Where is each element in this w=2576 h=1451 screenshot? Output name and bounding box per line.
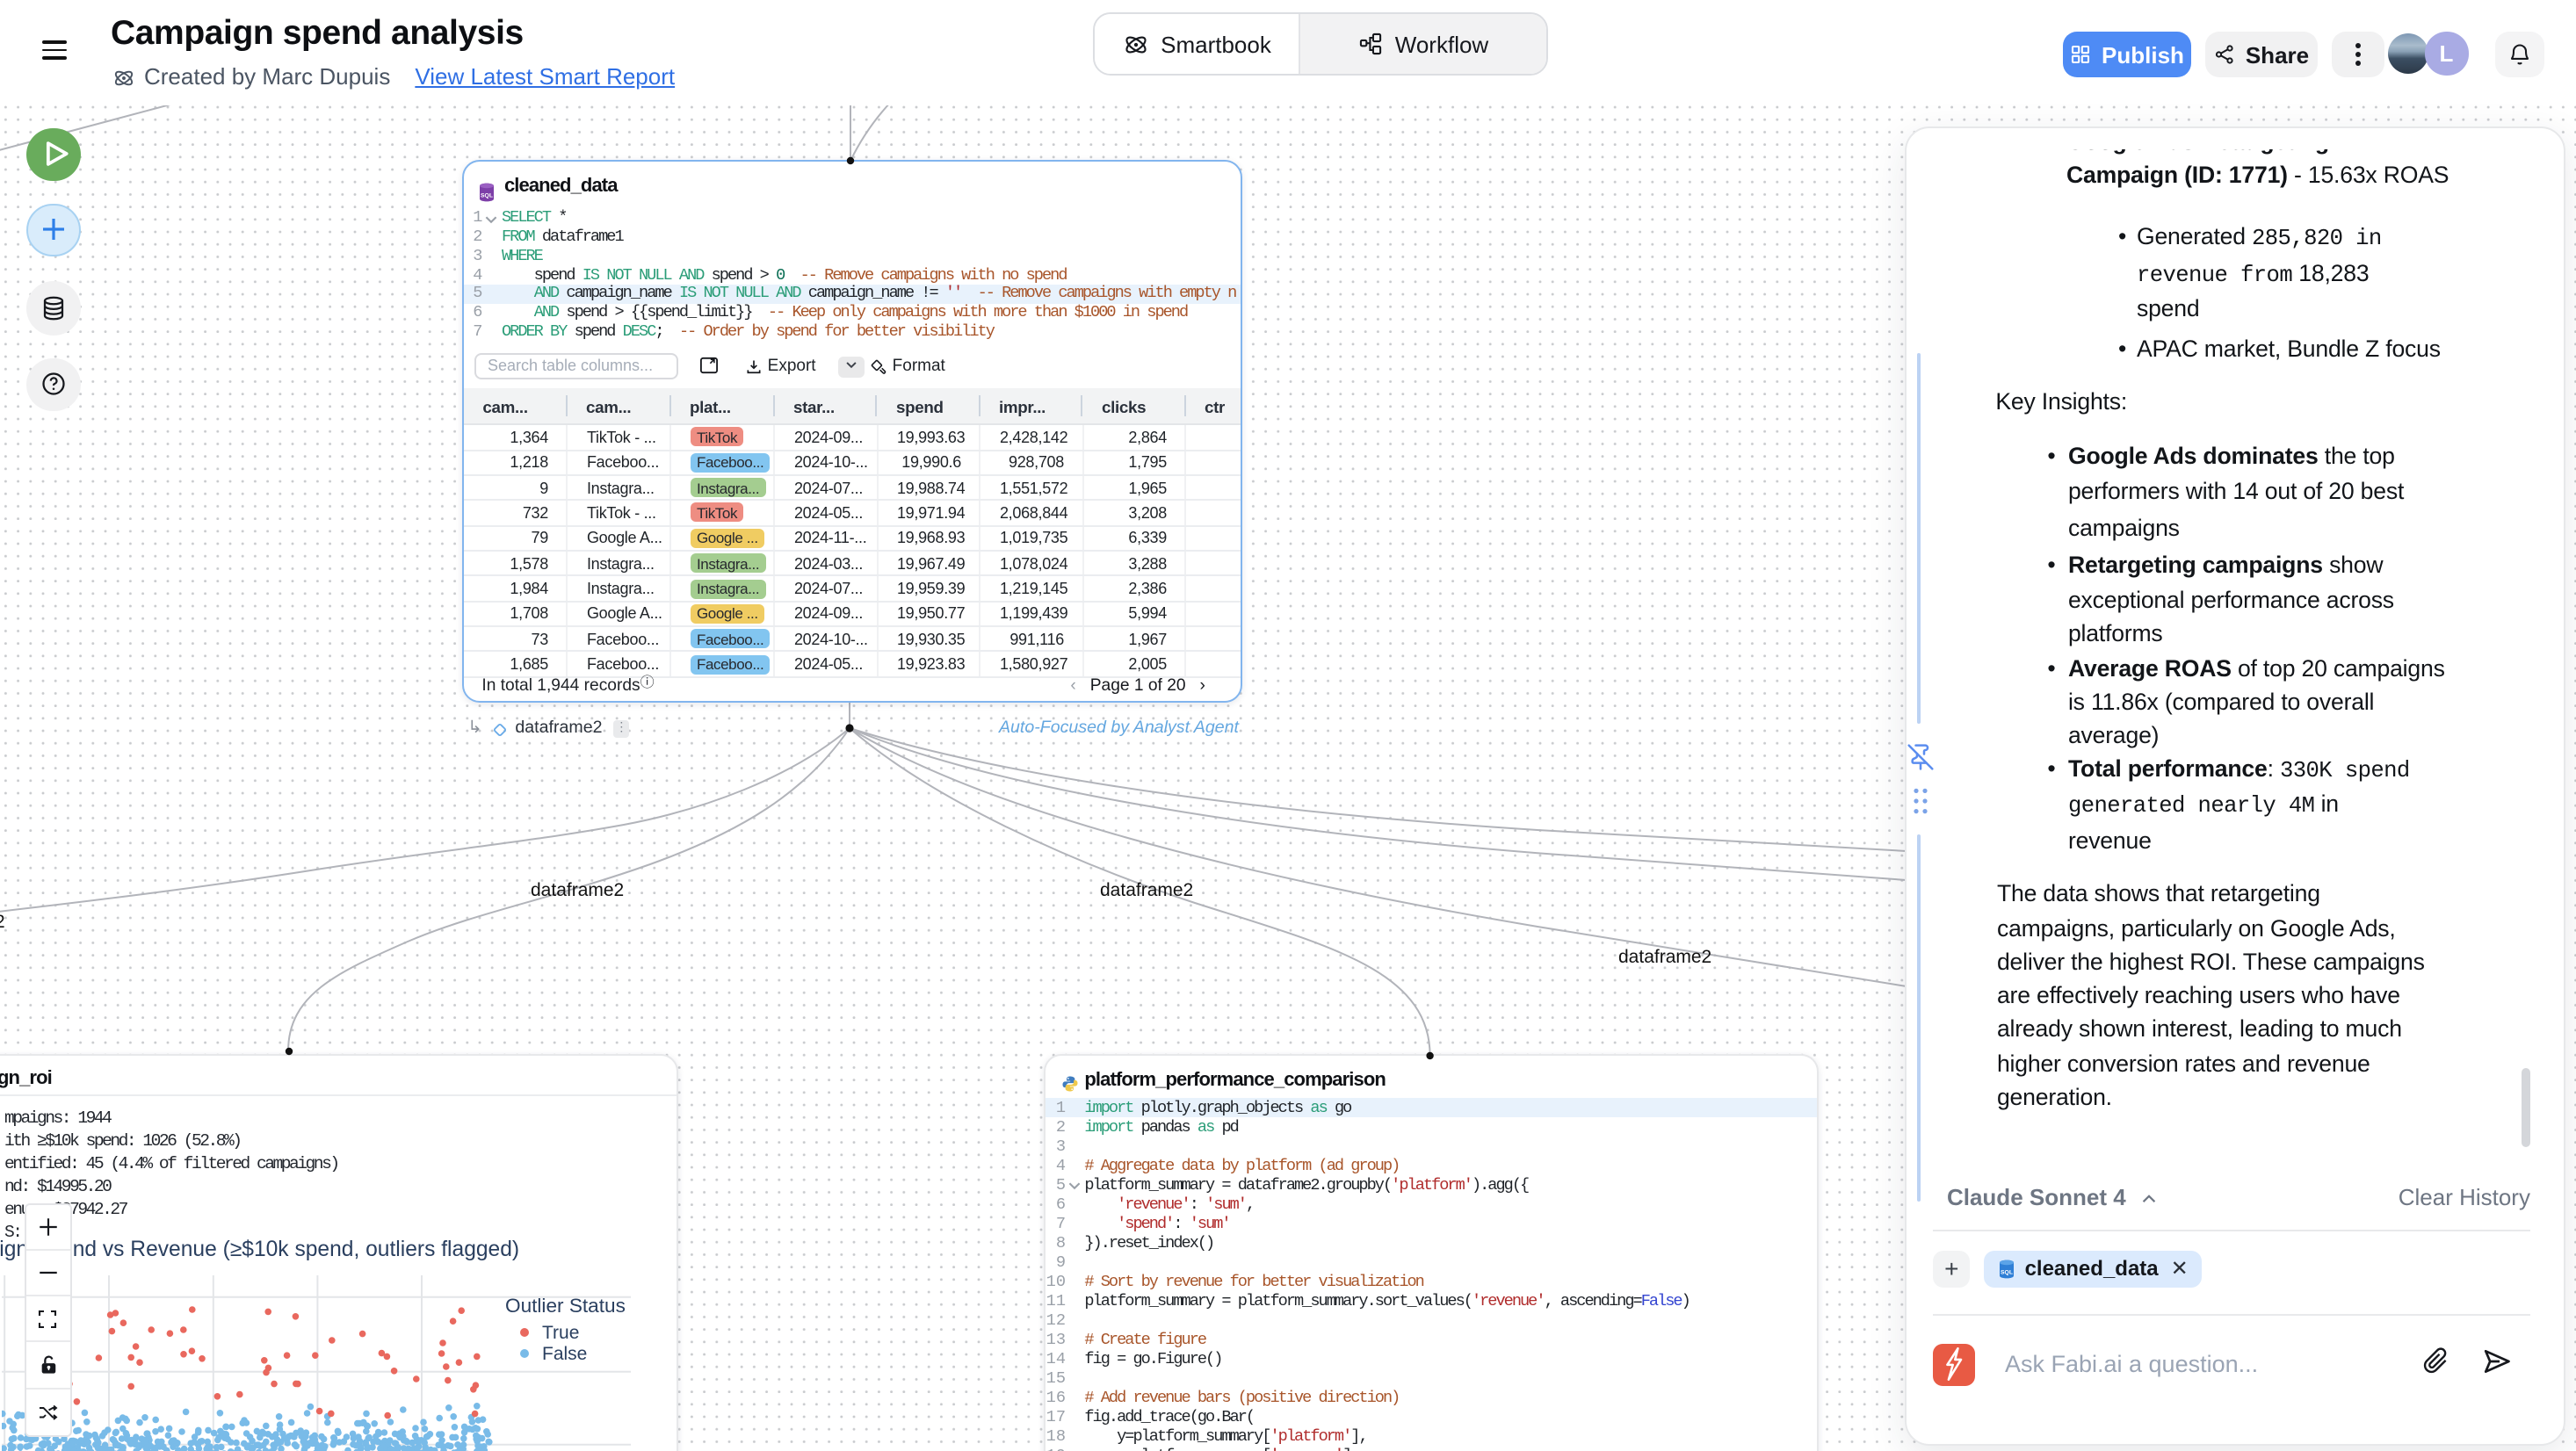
svg-text:SQL: SQL (2001, 1269, 2014, 1275)
